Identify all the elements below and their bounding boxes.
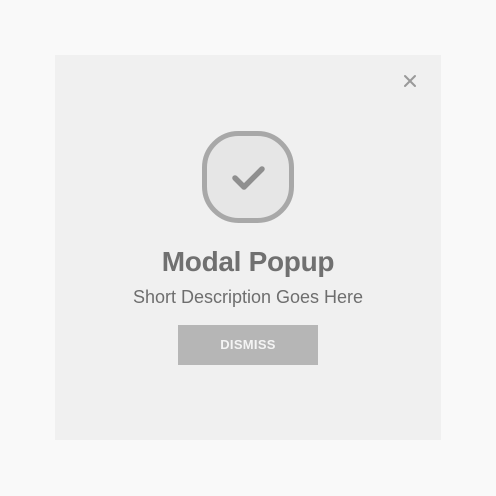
- dismiss-button[interactable]: DISMISS: [178, 325, 318, 365]
- success-badge: [202, 131, 294, 223]
- page: Modal Popup Short Description Goes Here …: [0, 0, 496, 496]
- check-icon: [202, 131, 294, 223]
- close-button[interactable]: [403, 74, 417, 88]
- modal-dialog: Modal Popup Short Description Goes Here …: [55, 55, 441, 440]
- modal-description: Short Description Goes Here: [132, 287, 364, 307]
- modal-title: Modal Popup: [161, 246, 335, 277]
- close-icon: [404, 75, 416, 87]
